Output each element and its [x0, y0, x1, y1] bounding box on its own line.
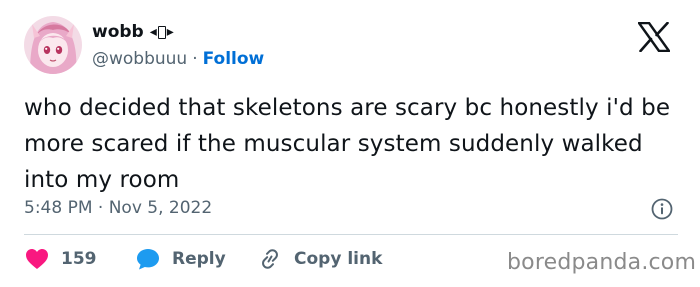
info-icon[interactable]: [651, 198, 673, 220]
copy-link-button[interactable]: Copy link: [258, 248, 382, 270]
tweet-timestamp[interactable]: 5:48 PM · Nov 5, 2022: [24, 197, 212, 219]
copy-link-label: Copy link: [294, 249, 383, 269]
avatar[interactable]: [24, 16, 82, 74]
divider: [24, 234, 678, 235]
author-name-row[interactable]: wobb ◂ ▸: [92, 21, 174, 43]
author-name[interactable]: wobb: [92, 21, 144, 43]
speech-bubble-icon: [137, 249, 159, 270]
separator-dot: ·: [192, 49, 198, 69]
left-triangle-icon: ◂: [149, 24, 157, 40]
reply-button[interactable]: Reply: [136, 248, 226, 270]
like-count: 159: [61, 249, 97, 269]
name-emoji-badge: ◂ ▸: [150, 21, 174, 43]
tweet-card: wobb ◂ ▸ @wobbuuu · Follow who decided t…: [0, 0, 700, 287]
box-icon: [157, 25, 166, 39]
like-button[interactable]: 159: [25, 248, 97, 270]
reply-label: Reply: [172, 249, 226, 269]
follow-button[interactable]: Follow: [203, 48, 265, 70]
avatar-illustration: [24, 16, 82, 74]
heart-icon: [26, 249, 48, 269]
link-icon: [262, 249, 278, 269]
author-handle[interactable]: @wobbuuu: [92, 48, 187, 70]
author-handle-row: @wobbuuu · Follow: [92, 48, 264, 70]
tweet-text: who decided that skeletons are scary bc …: [24, 95, 671, 193]
x-logo-icon[interactable]: [638, 22, 670, 52]
right-triangle-icon: ▸: [166, 24, 174, 40]
source-watermark: boredpanda.com: [507, 250, 697, 275]
